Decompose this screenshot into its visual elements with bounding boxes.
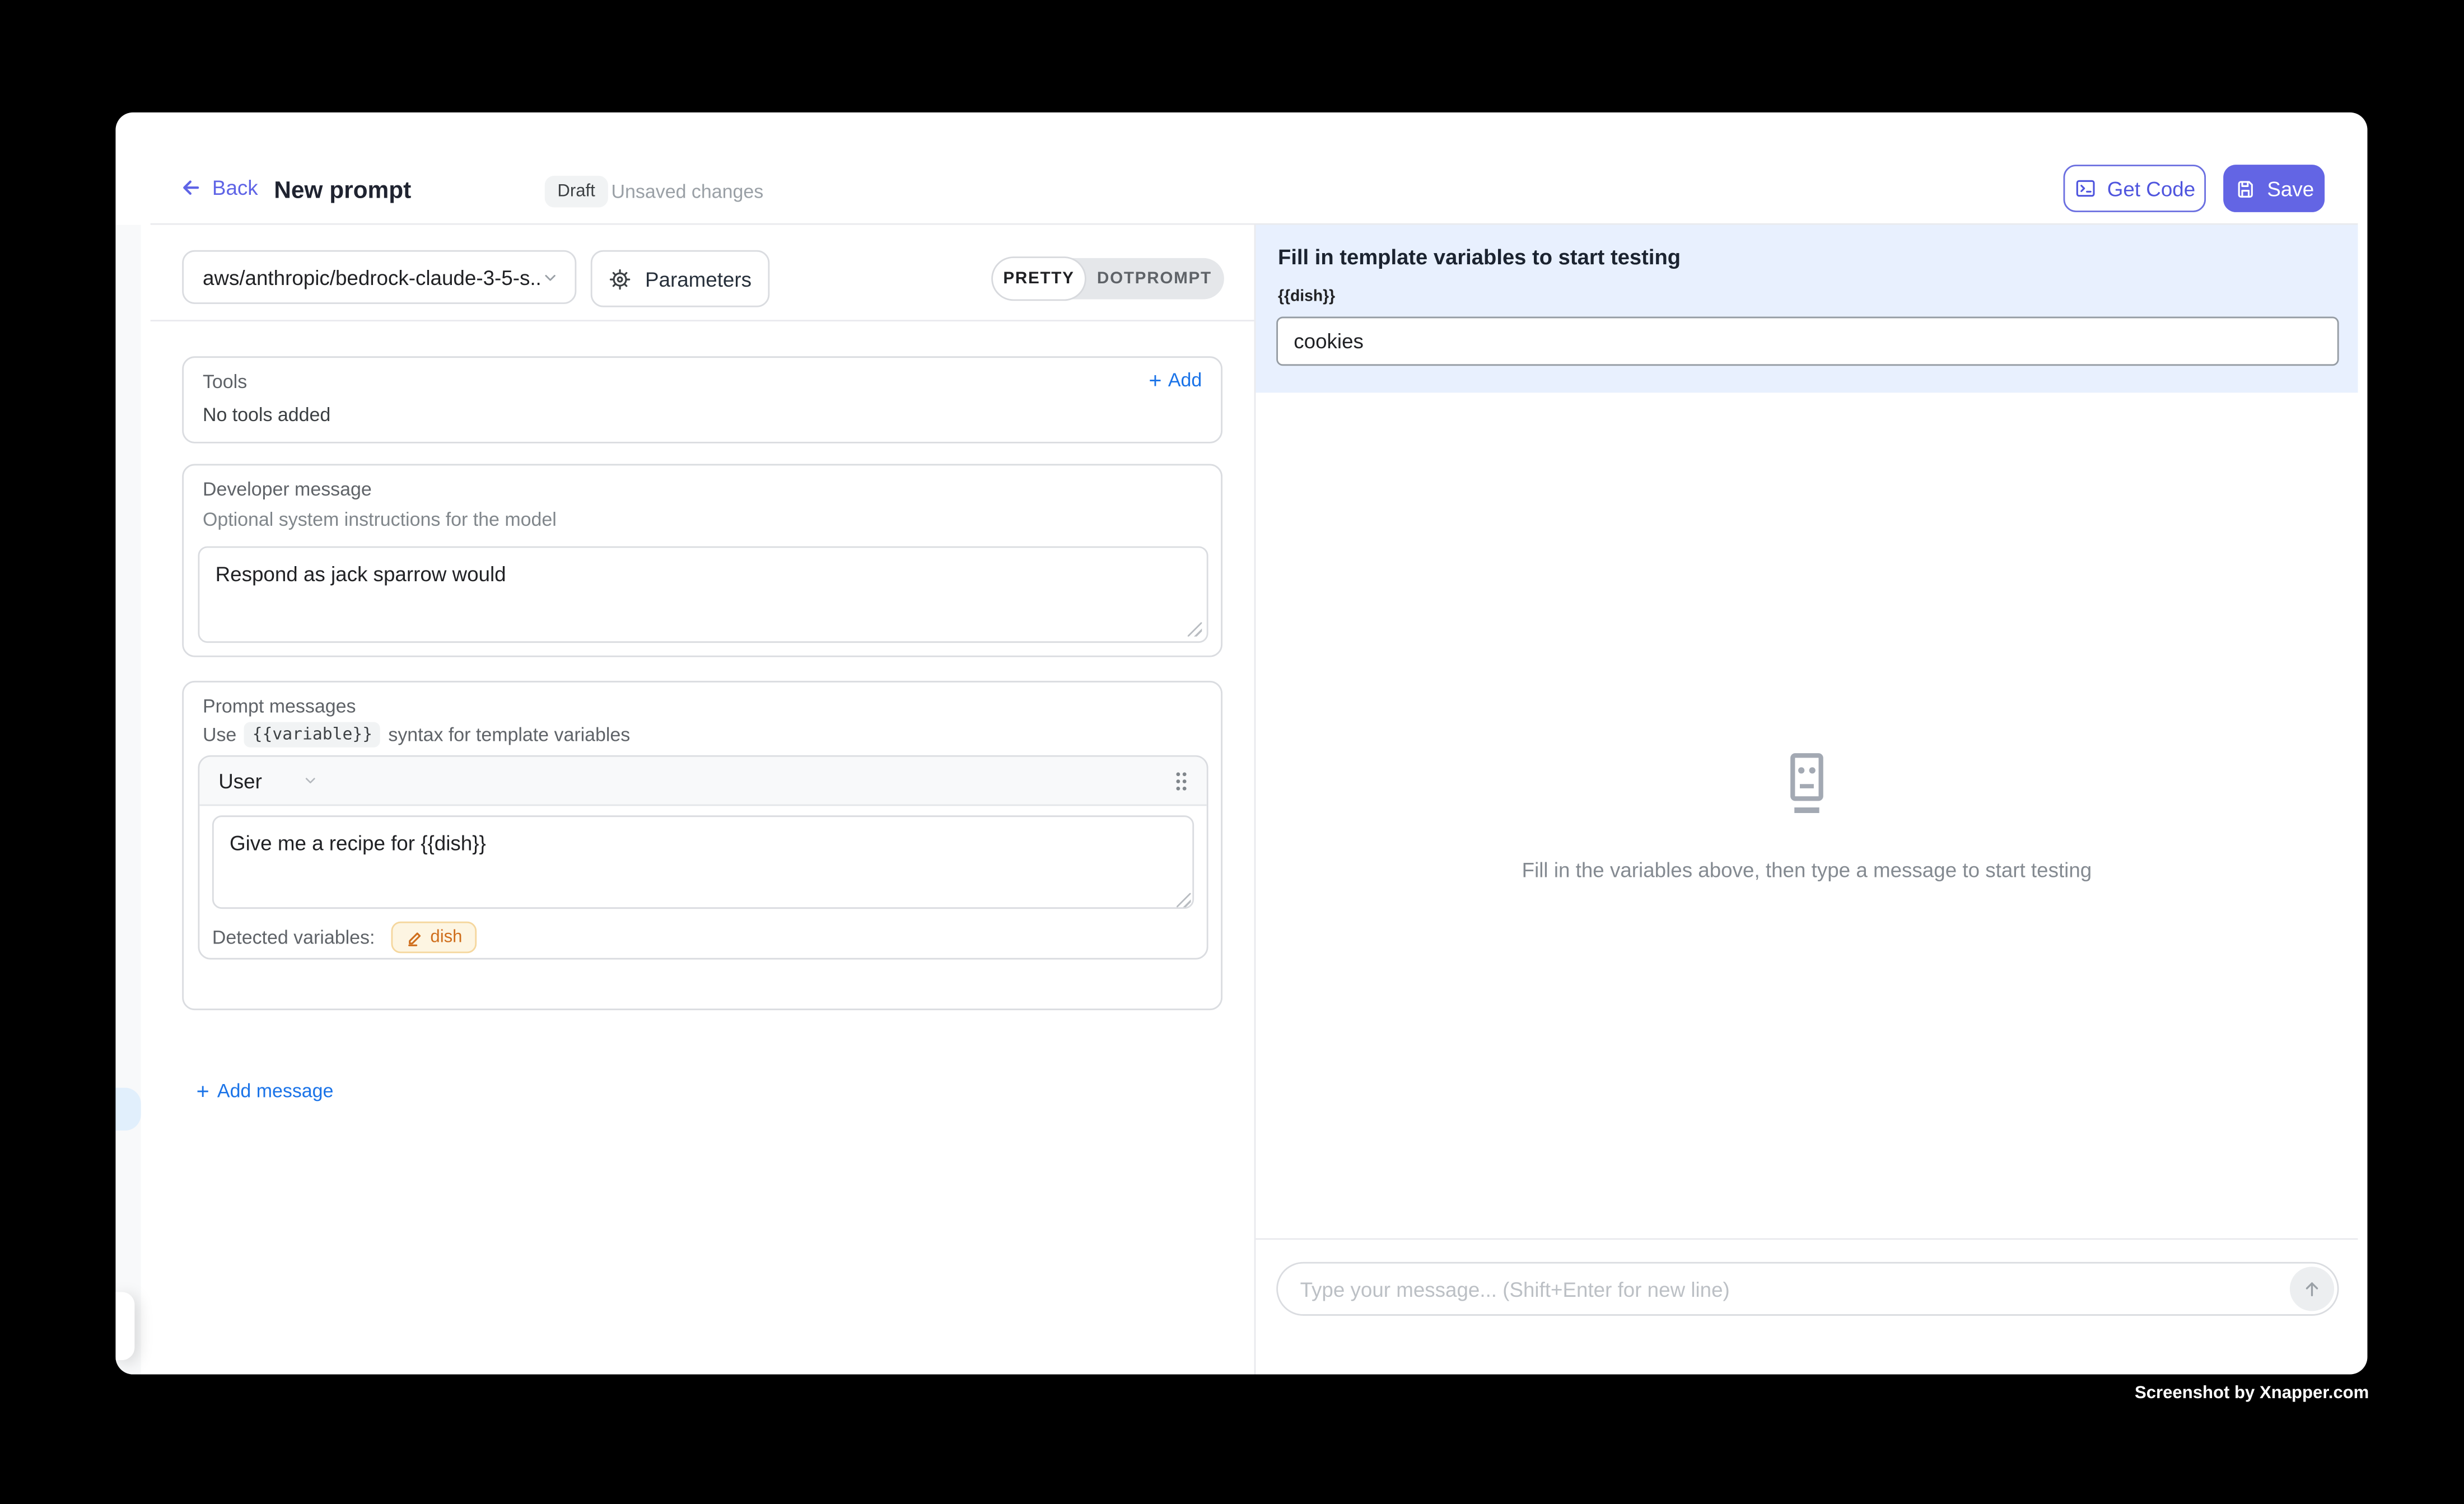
add-message-button[interactable]: + Add message: [197, 1080, 334, 1103]
parameters-label: Parameters: [645, 267, 752, 290]
variable-syntax-chip: {{variable}}: [244, 722, 380, 747]
app-window: Back New prompt Draft Unsaved changes Ge…: [115, 113, 2367, 1375]
terminal-icon: [2074, 178, 2096, 200]
model-selector[interactable]: aws/anthropic/bedrock-claude-3-5-s...: [182, 250, 576, 304]
robot-icon: [1777, 750, 1837, 819]
add-tool-button[interactable]: + Add: [1149, 369, 1202, 391]
role-select-value[interactable]: User: [218, 769, 262, 792]
save-icon: [2234, 178, 2256, 200]
save-button[interactable]: Save: [2223, 165, 2325, 212]
message-role-header: User: [199, 757, 1206, 806]
parameters-button[interactable]: Parameters: [591, 250, 770, 307]
page-title: New prompt: [274, 178, 411, 204]
save-label: Save: [2267, 176, 2314, 200]
detected-variables-row: Detected variables: dish: [212, 922, 477, 954]
view-mode-toggle: PRETTY DOTPROMPT: [993, 258, 1224, 300]
chat-input-box: [1276, 1262, 2339, 1316]
screenshot-stage: Back New prompt Draft Unsaved changes Ge…: [0, 0, 2464, 1504]
chat-empty-state: Fill in the variables above, then type a…: [1256, 393, 2358, 1238]
prompt-messages-title: Prompt messages: [203, 695, 356, 717]
variable-chip-dish[interactable]: dish: [391, 922, 477, 954]
developer-message-subtitle: Optional system instructions for the mod…: [203, 508, 557, 531]
gear-icon: [609, 267, 632, 290]
message-block: User Give me a recipe for {{dish}} Detec…: [198, 755, 1208, 960]
prompt-messages-card: Prompt messages Use {{variable}} syntax …: [182, 681, 1222, 1010]
user-message-textarea[interactable]: Give me a recipe for {{dish}}: [212, 815, 1194, 909]
detected-variables-label: Detected variables:: [212, 926, 375, 949]
back-button[interactable]: Back: [179, 176, 258, 199]
tools-empty-text: No tools added: [203, 404, 330, 426]
variable-chip-label: dish: [430, 928, 462, 947]
variables-panel-title: Fill in template variables to start test…: [1278, 245, 1681, 269]
developer-message-textarea[interactable]: Respond as jack sparrow would: [198, 547, 1208, 643]
resize-handle-icon[interactable]: [1177, 893, 1191, 907]
get-code-button[interactable]: Get Code: [2064, 165, 2206, 212]
empty-state-text: Fill in the variables above, then type a…: [1522, 857, 2092, 881]
hint-suffix: syntax for template variables: [388, 723, 630, 746]
toggle-dotprompt[interactable]: DOTPROMPT: [1085, 258, 1224, 300]
tools-card: Tools + Add No tools added: [182, 356, 1222, 443]
send-button[interactable]: [2290, 1267, 2334, 1311]
sidebar-popover-fragment: [115, 1292, 134, 1360]
template-syntax-hint: Use {{variable}} syntax for template var…: [203, 722, 630, 747]
watermark-text: Screenshot by Xnapper.com: [2135, 1384, 2369, 1403]
draft-badge: Draft: [545, 176, 608, 208]
chat-message-input[interactable]: [1278, 1277, 2290, 1301]
send-arrow-icon: [2301, 1278, 2323, 1300]
variable-dish-label: {{dish}}: [1278, 288, 1335, 306]
chevron-down-icon: [542, 268, 559, 286]
developer-message-title: Developer message: [203, 478, 372, 501]
drag-handle-icon[interactable]: [1175, 770, 1188, 791]
plus-icon: +: [197, 1081, 209, 1100]
tools-title: Tools: [203, 371, 247, 393]
model-selector-value: aws/anthropic/bedrock-claude-3-5-s...: [203, 265, 542, 289]
collapsed-sidebar: [115, 225, 141, 1375]
get-code-label: Get Code: [2107, 176, 2195, 200]
hint-prefix: Use: [203, 723, 236, 746]
add-tool-label: Add: [1168, 369, 1202, 391]
chevron-down-icon[interactable]: [303, 773, 319, 788]
chat-divider: [1256, 1238, 2358, 1240]
resize-handle-icon[interactable]: [1188, 622, 1202, 636]
template-variables-panel: Fill in template variables to start test…: [1256, 225, 2358, 393]
developer-message-card: Developer message Optional system instru…: [182, 464, 1222, 657]
sidebar-active-item[interactable]: [115, 1088, 141, 1131]
variable-dish-input[interactable]: [1276, 317, 2339, 366]
pencil-icon: [405, 928, 422, 947]
back-label: Back: [212, 176, 258, 199]
add-message-label: Add message: [217, 1080, 334, 1103]
unsaved-changes-status: Unsaved changes: [612, 180, 764, 203]
plus-icon: +: [1149, 371, 1161, 390]
toggle-pretty[interactable]: PRETTY: [993, 258, 1085, 300]
back-arrow-icon: [179, 176, 203, 199]
toolbar-divider: [151, 320, 1254, 321]
